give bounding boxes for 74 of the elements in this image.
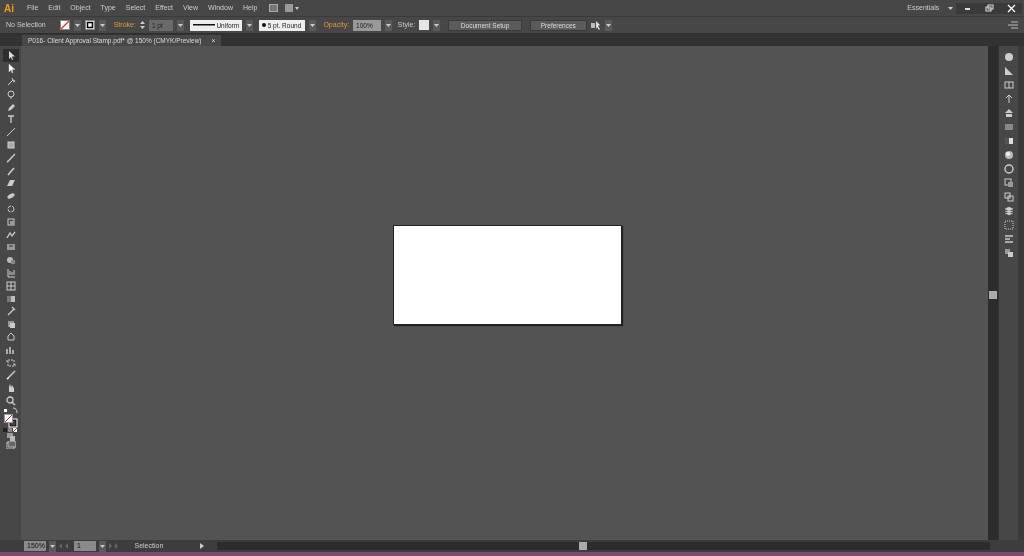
- arrange-icon[interactable]: [590, 20, 601, 30]
- caret-icon[interactable]: [100, 544, 105, 548]
- panel-icon[interactable]: [1003, 234, 1014, 244]
- tool-icon: [5, 101, 16, 112]
- window-button[interactable]: [956, 2, 979, 14]
- tool-button[interactable]: [2, 49, 19, 62]
- fill-swatch[interactable]: [60, 20, 71, 30]
- horizontal-scrollbar[interactable]: [216, 542, 990, 550]
- restore-icon[interactable]: [983, 3, 995, 13]
- caret-icon[interactable]: [386, 23, 392, 27]
- tool-icon: [5, 293, 16, 304]
- vertical-scrollbar[interactable]: [988, 46, 998, 540]
- caret-icon[interactable]: [50, 544, 55, 548]
- tool-icon: [5, 357, 16, 368]
- tool-icon: [5, 255, 16, 266]
- caret-icon[interactable]: [309, 23, 315, 27]
- caret-icon[interactable]: [605, 23, 611, 27]
- caret-icon[interactable]: [75, 23, 81, 27]
- caret-icon[interactable]: [247, 23, 253, 27]
- tool-icon: [5, 139, 16, 150]
- tool-icon: [5, 191, 16, 202]
- tool-icon: [5, 370, 16, 381]
- tool-icon: [5, 242, 16, 253]
- layout-icon[interactable]: [285, 4, 300, 12]
- tool-icon: [5, 114, 16, 125]
- panel-icon[interactable]: [1003, 178, 1014, 188]
- app-logo: Ai: [3, 1, 15, 16]
- caret-icon[interactable]: [199, 543, 204, 549]
- close-icon[interactable]: [1005, 3, 1017, 13]
- panel-icon[interactable]: [1003, 192, 1014, 202]
- line-icon: [192, 23, 215, 27]
- screen-mode-icon[interactable]: [5, 441, 16, 450]
- tool-icon: [5, 76, 16, 86]
- draw-mode-icon[interactable]: [6, 433, 15, 442]
- panel-icon[interactable]: [1003, 206, 1014, 216]
- dot-icon: [261, 23, 266, 27]
- caret-icon[interactable]: [947, 6, 953, 10]
- style-swatch[interactable]: [419, 20, 430, 30]
- panel-icon[interactable]: [1003, 136, 1014, 146]
- tool-icon: [5, 152, 16, 163]
- caret-icon[interactable]: [177, 23, 183, 27]
- tool-icon: [5, 267, 16, 278]
- tool-icon: [5, 178, 16, 189]
- scroll-thumb[interactable]: [989, 291, 997, 299]
- window-button[interactable]: [1000, 2, 1023, 14]
- tool-icon: [5, 203, 16, 214]
- caret-icon[interactable]: [100, 23, 106, 27]
- tool-icon: [5, 280, 16, 291]
- tool-icon: [5, 344, 16, 355]
- caret-icon[interactable]: [434, 23, 440, 27]
- panel-icon[interactable]: [1003, 164, 1014, 174]
- tool-icon: [5, 306, 16, 317]
- stepper-icon[interactable]: [139, 20, 145, 30]
- tool-icon: [5, 319, 16, 330]
- scroll-thumb[interactable]: [578, 542, 587, 550]
- tool-icon: [5, 165, 16, 176]
- tool-icon: [5, 216, 16, 227]
- swap-colors-icon[interactable]: [3, 407, 18, 415]
- tool-icon: [5, 331, 16, 342]
- panel-icon[interactable]: [1003, 66, 1014, 76]
- panel-icon[interactable]: [1003, 248, 1014, 258]
- tool-icon: [5, 229, 16, 240]
- fill-stroke-icon[interactable]: [3, 414, 18, 429]
- panel-icon[interactable]: [1003, 80, 1014, 90]
- panel-icon[interactable]: [1003, 150, 1014, 160]
- tool-icon: [5, 63, 16, 74]
- stroke-swatch[interactable]: [85, 20, 96, 30]
- panel-icon[interactable]: [1003, 94, 1014, 104]
- panel-icon[interactable]: [1003, 108, 1014, 118]
- panel-icon[interactable]: [1003, 52, 1014, 62]
- zoom-icon[interactable]: [5, 395, 16, 406]
- color-mode-icon[interactable]: [3, 428, 18, 434]
- tool-icon: [5, 127, 16, 138]
- tool-icon: [5, 88, 16, 99]
